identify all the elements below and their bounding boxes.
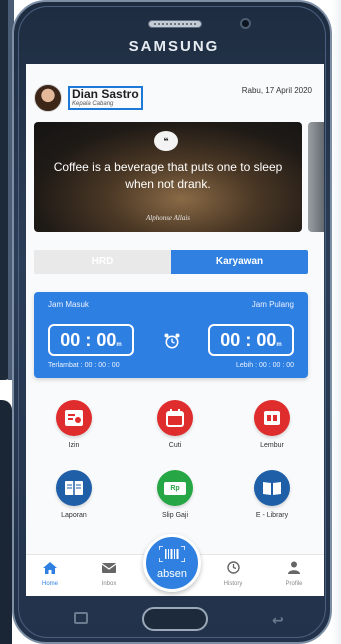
menu-label: Laporan [61,512,87,519]
user-role: Kepala Cabang [72,101,114,107]
nav-label: History [223,581,243,587]
user-name: Dian Sastro [72,87,139,101]
clock-icon [226,561,240,574]
role-tabs: HRD Karyawan [34,250,308,274]
attendance-card: Jam Masuk Jam Pulang 00 : 00m 00 : 00m T… [34,292,308,378]
menu-label: Slip Gaji [161,512,189,519]
nav-profile[interactable]: Profile [274,561,314,587]
home-hardware-button[interactable] [142,607,208,631]
barcode-icon [158,545,186,563]
menu-item-slip-gaji[interactable]: Rp Slip Gaji [135,470,215,519]
tab-hrd[interactable]: HRD [34,250,171,274]
next-banner-preview[interactable] [308,122,324,232]
user-info: Dian Sastro Kepala Cabang [68,86,143,110]
report-icon [56,470,92,506]
nav-label: Profile [285,581,303,587]
payslip-icon: Rp [157,470,193,506]
current-date: Rabu, 17 April 2020 [241,86,312,95]
permit-icon [56,400,92,436]
back-icon[interactable]: ↩ [272,612,284,629]
menu-label: Cuti [168,442,182,449]
device-brand: SAMSUNG [128,38,220,55]
menu-item-lembur[interactable]: Lembur [232,400,312,449]
clock-out-label: Jam Pulang [251,300,294,309]
nav-label: Inbox [101,581,117,587]
nav-home[interactable]: Home [30,561,70,587]
alarm-clock-icon [164,333,180,349]
background-edge-right [331,0,341,644]
clock-in-label: Jam Masuk [48,300,89,309]
book-icon [254,470,290,506]
recent-apps-icon[interactable] [74,612,88,624]
clock-out-value: 00 : 00 [220,330,277,350]
clock-out-time: 00 : 00m [208,324,294,356]
user-header: Dian Sastro Kepala Cabang [34,84,143,112]
clock-in-suffix: m [116,342,122,348]
quote-author: Alphonse Allais [145,214,190,222]
absen-button[interactable]: absen [143,534,201,592]
late-duration: Terlambat : 00 : 00 : 00 [48,362,120,369]
home-icon [43,562,57,574]
quote-logo-icon: ❝ [154,131,178,151]
overtime-duration: Lebih : 00 : 00 : 00 [236,362,294,369]
absen-label: absen [157,568,187,580]
clock-in-time: 00 : 00m [48,324,134,356]
menu-label: Lembur [260,442,284,449]
mail-icon [101,563,117,573]
tab-karyawan[interactable]: Karyawan [171,250,308,274]
overtime-icon [254,400,290,436]
quote-text: Coffee is a beverage that puts one to sl… [53,160,283,191]
menu-item-laporan[interactable]: Laporan [34,470,114,519]
menu-item-izin[interactable]: Izin [34,400,114,449]
menu-item-e-library[interactable]: E - Library [232,470,312,519]
quote-banner[interactable]: ❝ Coffee is a beverage that puts one to … [34,122,302,232]
menu-label: Izin [68,442,80,449]
nav-label: Home [41,581,58,587]
calendar-icon [157,400,193,436]
speaker-grille [148,20,202,28]
front-camera-icon [240,18,251,29]
app-screen: Dian Sastro Kepala Cabang Rabu, 17 April… [26,64,324,596]
nav-inbox[interactable]: Inbox [89,561,129,587]
clock-in-value: 00 : 00 [60,330,117,350]
user-icon [288,561,300,574]
payslip-badge: Rp [164,481,186,495]
background-phone-left-bottom [0,400,12,644]
menu-label: E - Library [255,512,289,519]
clock-out-suffix: m [276,342,282,348]
avatar[interactable] [34,84,62,112]
nav-history[interactable]: History [213,561,253,587]
menu-item-cuti[interactable]: Cuti [135,400,215,449]
